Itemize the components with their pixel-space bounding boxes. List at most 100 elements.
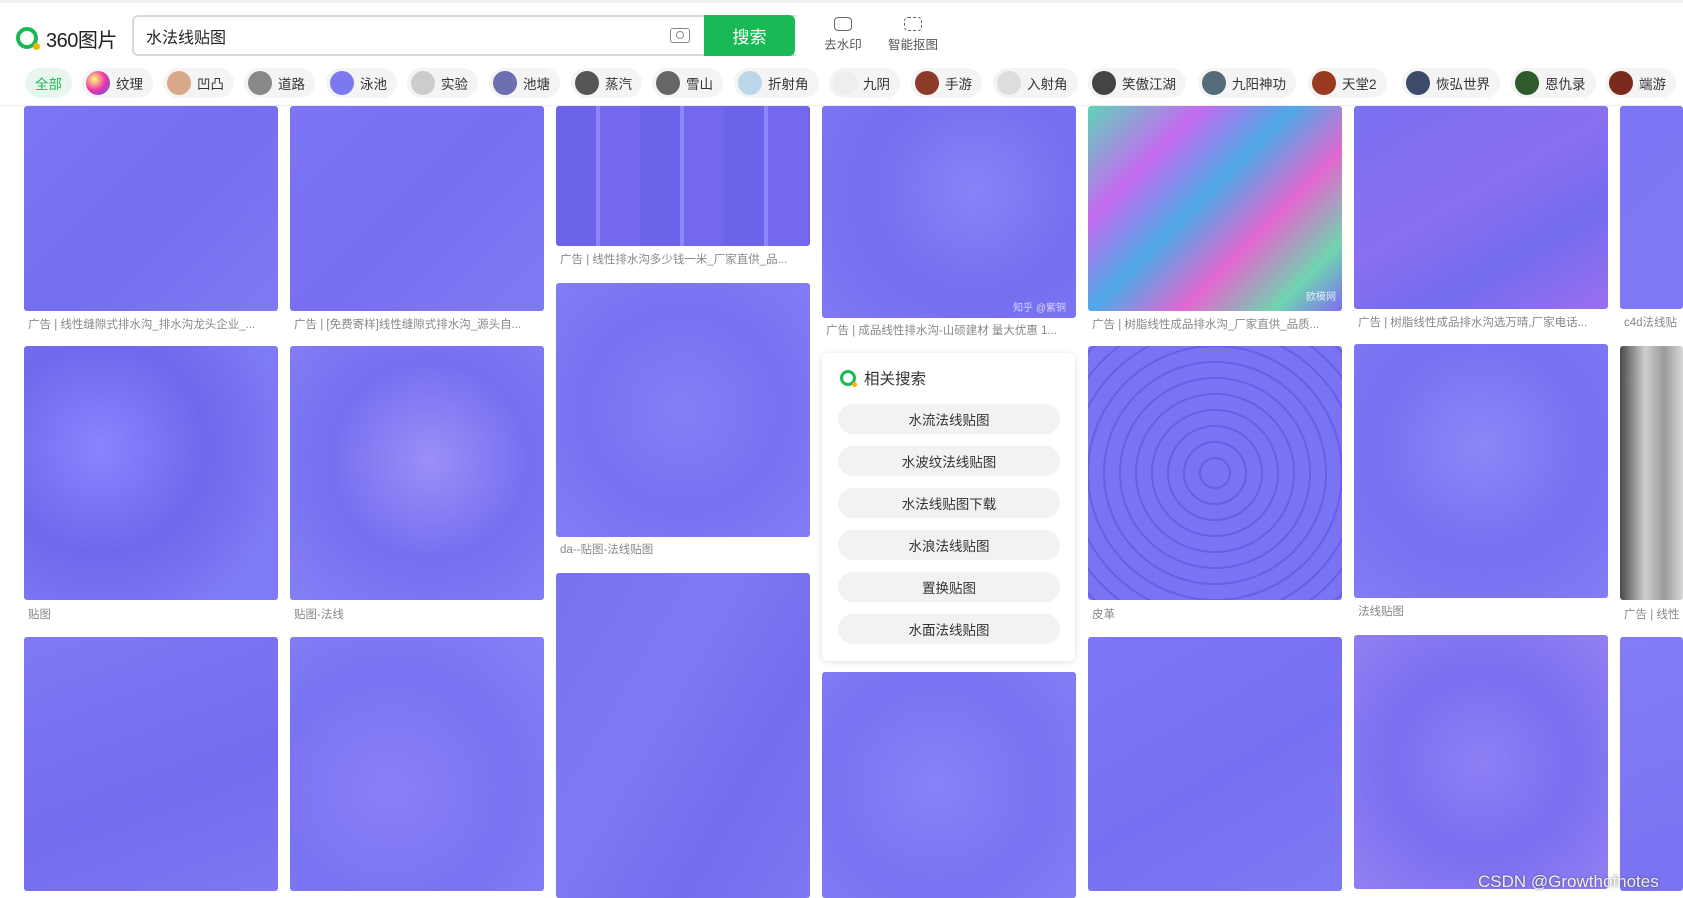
smart-cutout-tool[interactable]: 智能抠图 <box>883 17 943 53</box>
tag-item[interactable]: 实验 <box>407 68 478 98</box>
result-caption[interactable]: 广告 | 线性缝隙式排水沟_排水沟龙头企业_... <box>28 316 278 332</box>
result-image[interactable] <box>24 346 278 600</box>
result-image[interactable] <box>1620 637 1683 891</box>
tag-item[interactable]: 恩仇录 <box>1511 68 1596 98</box>
result-image[interactable] <box>1354 344 1608 598</box>
tag-item[interactable]: 折射角 <box>734 68 819 98</box>
tag-all[interactable]: 全部 <box>25 68 72 98</box>
result-image[interactable] <box>822 672 1076 898</box>
related-search-item[interactable]: 置换贴图 <box>838 572 1060 602</box>
result-caption[interactable]: 贴图 <box>28 606 278 622</box>
result-card[interactable] <box>822 672 1076 898</box>
related-search-panel: 相关搜索 水流法线贴图 水波纹法线贴图 水法线贴图下载 水浪法线贴图 置换贴图 … <box>822 353 1075 661</box>
result-card[interactable]: 法线贴图 <box>1354 344 1608 622</box>
tag-item[interactable]: 道路 <box>244 68 315 98</box>
result-caption[interactable]: 广告 | 线性排水沟多少钱一米_厂家直供_品... <box>560 251 810 267</box>
tag-label: 凹凸 <box>197 77 224 92</box>
result-card[interactable]: 知乎 @紫铜 广告 | 成品线性排水沟-山硕建材 量大优惠 1... <box>822 106 1076 338</box>
tag-label: 池塘 <box>523 77 550 92</box>
tag-item[interactable]: 雪山 <box>652 68 723 98</box>
tag-thumb <box>575 71 599 95</box>
tag-label: 九阴 <box>863 77 890 92</box>
related-search-item[interactable]: 水面法线贴图 <box>838 614 1060 644</box>
result-caption[interactable]: 贴图-法线 <box>294 606 544 622</box>
tag-item[interactable]: 蒸汽 <box>571 68 642 98</box>
result-image[interactable] <box>1354 635 1608 889</box>
result-card[interactable]: 广告 | 树脂线性成品排水沟选万晴,厂家电话... <box>1354 106 1608 331</box>
tag-item[interactable]: 手游 <box>911 68 982 98</box>
result-card[interactable]: 欧模网 广告 | 树脂线性成品排水沟_厂家直供_品质... <box>1088 106 1342 331</box>
camera-icon[interactable] <box>670 28 690 43</box>
tag-item[interactable]: 泳池 <box>326 68 397 98</box>
tag-label: 泳池 <box>360 77 387 92</box>
result-image[interactable] <box>556 283 810 537</box>
tag-item[interactable]: 纹理 <box>82 68 153 98</box>
result-caption[interactable]: da--贴图-法线贴图 <box>560 541 810 557</box>
tag-label: 手游 <box>945 77 972 92</box>
result-caption[interactable]: 广告 | [免费寄样]线性缝隙式排水沟_源头自... <box>294 316 544 332</box>
related-search-title: 相关搜索 <box>864 371 927 388</box>
result-image[interactable] <box>290 637 544 891</box>
search-input[interactable] <box>146 25 666 47</box>
result-card[interactable]: 皮革 <box>1088 346 1342 624</box>
result-image[interactable] <box>1088 346 1342 600</box>
result-caption[interactable]: c4d法线贴 <box>1624 314 1683 330</box>
result-caption[interactable]: 皮革 <box>1092 606 1342 622</box>
related-search-item[interactable]: 水波纹法线贴图 <box>838 446 1060 476</box>
tag-item[interactable]: 天堂2 <box>1308 68 1387 98</box>
result-card[interactable]: 贴图-法线 <box>290 346 544 624</box>
tag-label: 笑傲江湖 <box>1122 77 1176 92</box>
result-caption[interactable]: 广告 | 树脂线性成品排水沟_厂家直供_品质... <box>1092 316 1342 332</box>
result-card[interactable] <box>1354 635 1608 898</box>
result-card[interactable] <box>556 573 810 898</box>
result-card[interactable]: 广告 | 线性缝隙式排水沟_排水沟龙头企业_... <box>24 106 278 331</box>
result-card[interactable]: c4d法线贴 <box>1620 106 1683 331</box>
result-card[interactable]: 广告 | 线性 <box>1620 346 1683 624</box>
tag-item[interactable]: 池塘 <box>489 68 560 98</box>
result-image[interactable] <box>24 637 278 891</box>
tag-item[interactable]: 端游 <box>1605 68 1676 98</box>
result-card[interactable] <box>1620 637 1683 898</box>
result-card[interactable]: 广告 | 线性排水沟多少钱一米_厂家直供_品... <box>556 106 810 266</box>
result-caption[interactable]: 广告 | 成品线性排水沟-山硕建材 量大优惠 1... <box>826 322 1076 338</box>
result-caption[interactable]: 广告 | 线性 <box>1624 606 1683 622</box>
tag-item[interactable]: 凹凸 <box>163 68 234 98</box>
related-search-item[interactable]: 水流法线贴图 <box>838 404 1060 434</box>
result-image[interactable] <box>556 573 810 898</box>
tag-bar: 全部 纹理 凹凸 道路 泳池 实验 池塘 蒸汽 雪山 折射角 九阴 手游 入射角… <box>0 66 1683 106</box>
tag-item[interactable]: 笑傲江湖 <box>1088 68 1186 98</box>
result-card[interactable]: 广告 | [免费寄样]线性缝隙式排水沟_源头自... <box>290 106 544 331</box>
result-card[interactable] <box>24 637 278 898</box>
remove-watermark-tool[interactable]: 去水印 <box>813 17 873 53</box>
result-caption[interactable]: 广告 | 树脂线性成品排水沟选万晴,厂家电话... <box>1358 314 1608 330</box>
result-image[interactable]: 知乎 @紫铜 <box>822 106 1076 318</box>
tag-thumb <box>738 71 762 95</box>
tag-item[interactable]: 入射角 <box>993 68 1078 98</box>
related-search-item[interactable]: 水法线贴图下载 <box>838 488 1060 518</box>
tag-item[interactable]: 恢弘世界 <box>1402 68 1500 98</box>
result-card[interactable]: 贴图 <box>24 346 278 624</box>
result-card[interactable] <box>290 637 544 898</box>
tag-item[interactable]: 九阴 <box>829 68 900 98</box>
tag-label: 天堂2 <box>1342 77 1377 92</box>
result-caption[interactable]: 法线贴图 <box>1358 603 1608 619</box>
result-card[interactable] <box>1088 637 1342 898</box>
result-image[interactable] <box>24 106 278 311</box>
related-search-header: 相关搜索 <box>840 367 926 389</box>
image-watermark: 知乎 @紫铜 <box>1013 303 1066 314</box>
related-search-item[interactable]: 水浪法线贴图 <box>838 530 1060 560</box>
result-image[interactable] <box>1620 346 1683 600</box>
tag-item[interactable]: 九阳神功 <box>1198 68 1296 98</box>
cutout-icon <box>904 17 922 31</box>
result-image[interactable] <box>1088 637 1342 891</box>
search-button[interactable]: 搜索 <box>704 15 795 56</box>
result-image[interactable]: 欧模网 <box>1088 106 1342 311</box>
tag-thumb <box>1406 71 1430 95</box>
result-card[interactable]: da--贴图-法线贴图 <box>556 283 810 558</box>
result-image[interactable] <box>290 106 544 311</box>
logo[interactable]: 360图片 <box>16 23 117 53</box>
result-image[interactable] <box>1620 106 1683 309</box>
result-image[interactable] <box>290 346 544 600</box>
result-image[interactable] <box>1354 106 1608 309</box>
result-image[interactable] <box>556 106 810 246</box>
